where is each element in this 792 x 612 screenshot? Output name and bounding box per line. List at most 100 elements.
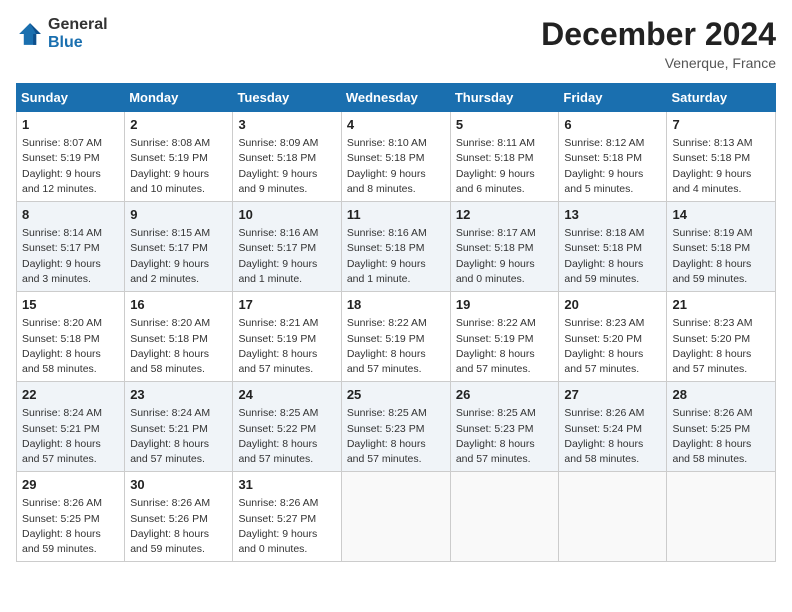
day-number: 15 <box>22 296 119 314</box>
calendar-header-thursday: Thursday <box>450 84 559 112</box>
logo-general-text: General <box>48 16 108 34</box>
day-detail: Sunrise: 8:26 AM Sunset: 5:25 PM Dayligh… <box>672 406 770 467</box>
calendar-cell: 14 Sunrise: 8:19 AM Sunset: 5:18 PM Dayl… <box>667 202 776 292</box>
day-number: 9 <box>130 206 227 224</box>
day-detail: Sunrise: 8:20 AM Sunset: 5:18 PM Dayligh… <box>130 316 227 377</box>
calendar-cell: 1 Sunrise: 8:07 AM Sunset: 5:19 PM Dayli… <box>17 112 125 202</box>
day-detail: Sunrise: 8:21 AM Sunset: 5:19 PM Dayligh… <box>238 316 335 377</box>
day-detail: Sunrise: 8:12 AM Sunset: 5:18 PM Dayligh… <box>564 136 661 197</box>
logo-blue-text: Blue <box>48 34 108 52</box>
day-detail: Sunrise: 8:18 AM Sunset: 5:18 PM Dayligh… <box>564 226 661 287</box>
day-number: 30 <box>130 476 227 494</box>
day-number: 27 <box>564 386 661 404</box>
day-number: 4 <box>347 116 445 134</box>
day-number: 25 <box>347 386 445 404</box>
day-number: 26 <box>456 386 554 404</box>
calendar-cell: 2 Sunrise: 8:08 AM Sunset: 5:19 PM Dayli… <box>125 112 233 202</box>
title-area: December 2024 Venerque, France <box>541 16 776 71</box>
day-detail: Sunrise: 8:10 AM Sunset: 5:18 PM Dayligh… <box>347 136 445 197</box>
day-number: 2 <box>130 116 227 134</box>
day-number: 20 <box>564 296 661 314</box>
calendar-cell: 29 Sunrise: 8:26 AM Sunset: 5:25 PM Dayl… <box>17 472 125 562</box>
calendar-cell: 10 Sunrise: 8:16 AM Sunset: 5:17 PM Dayl… <box>233 202 341 292</box>
day-number: 8 <box>22 206 119 224</box>
day-detail: Sunrise: 8:23 AM Sunset: 5:20 PM Dayligh… <box>672 316 770 377</box>
day-detail: Sunrise: 8:16 AM Sunset: 5:17 PM Dayligh… <box>238 226 335 287</box>
calendar-header-friday: Friday <box>559 84 667 112</box>
calendar-cell: 28 Sunrise: 8:26 AM Sunset: 5:25 PM Dayl… <box>667 382 776 472</box>
day-detail: Sunrise: 8:22 AM Sunset: 5:19 PM Dayligh… <box>347 316 445 377</box>
day-detail: Sunrise: 8:17 AM Sunset: 5:18 PM Dayligh… <box>456 226 554 287</box>
calendar-cell <box>341 472 450 562</box>
calendar-cell: 15 Sunrise: 8:20 AM Sunset: 5:18 PM Dayl… <box>17 292 125 382</box>
day-number: 17 <box>238 296 335 314</box>
calendar-header-row: SundayMondayTuesdayWednesdayThursdayFrid… <box>17 84 776 112</box>
calendar-week-row: 8 Sunrise: 8:14 AM Sunset: 5:17 PM Dayli… <box>17 202 776 292</box>
calendar-week-row: 29 Sunrise: 8:26 AM Sunset: 5:25 PM Dayl… <box>17 472 776 562</box>
day-detail: Sunrise: 8:16 AM Sunset: 5:18 PM Dayligh… <box>347 226 445 287</box>
day-number: 18 <box>347 296 445 314</box>
calendar-cell: 12 Sunrise: 8:17 AM Sunset: 5:18 PM Dayl… <box>450 202 559 292</box>
day-number: 13 <box>564 206 661 224</box>
day-number: 10 <box>238 206 335 224</box>
day-number: 29 <box>22 476 119 494</box>
page-header: General Blue December 2024 Venerque, Fra… <box>16 16 776 71</box>
calendar-cell <box>559 472 667 562</box>
day-detail: Sunrise: 8:20 AM Sunset: 5:18 PM Dayligh… <box>22 316 119 377</box>
day-detail: Sunrise: 8:11 AM Sunset: 5:18 PM Dayligh… <box>456 136 554 197</box>
day-detail: Sunrise: 8:09 AM Sunset: 5:18 PM Dayligh… <box>238 136 335 197</box>
logo: General Blue <box>16 16 108 51</box>
day-number: 3 <box>238 116 335 134</box>
calendar-cell: 16 Sunrise: 8:20 AM Sunset: 5:18 PM Dayl… <box>125 292 233 382</box>
calendar-cell: 6 Sunrise: 8:12 AM Sunset: 5:18 PM Dayli… <box>559 112 667 202</box>
day-detail: Sunrise: 8:25 AM Sunset: 5:23 PM Dayligh… <box>347 406 445 467</box>
calendar-cell: 27 Sunrise: 8:26 AM Sunset: 5:24 PM Dayl… <box>559 382 667 472</box>
day-number: 5 <box>456 116 554 134</box>
day-detail: Sunrise: 8:26 AM Sunset: 5:25 PM Dayligh… <box>22 496 119 557</box>
day-detail: Sunrise: 8:19 AM Sunset: 5:18 PM Dayligh… <box>672 226 770 287</box>
calendar-cell: 25 Sunrise: 8:25 AM Sunset: 5:23 PM Dayl… <box>341 382 450 472</box>
calendar-cell: 7 Sunrise: 8:13 AM Sunset: 5:18 PM Dayli… <box>667 112 776 202</box>
day-number: 31 <box>238 476 335 494</box>
day-detail: Sunrise: 8:25 AM Sunset: 5:23 PM Dayligh… <box>456 406 554 467</box>
day-number: 19 <box>456 296 554 314</box>
calendar-cell: 11 Sunrise: 8:16 AM Sunset: 5:18 PM Dayl… <box>341 202 450 292</box>
calendar-cell: 24 Sunrise: 8:25 AM Sunset: 5:22 PM Dayl… <box>233 382 341 472</box>
day-number: 1 <box>22 116 119 134</box>
calendar-week-row: 15 Sunrise: 8:20 AM Sunset: 5:18 PM Dayl… <box>17 292 776 382</box>
day-number: 24 <box>238 386 335 404</box>
location: Venerque, France <box>541 55 776 71</box>
calendar-cell: 17 Sunrise: 8:21 AM Sunset: 5:19 PM Dayl… <box>233 292 341 382</box>
day-detail: Sunrise: 8:26 AM Sunset: 5:26 PM Dayligh… <box>130 496 227 557</box>
calendar-cell <box>450 472 559 562</box>
calendar-cell: 13 Sunrise: 8:18 AM Sunset: 5:18 PM Dayl… <box>559 202 667 292</box>
day-number: 16 <box>130 296 227 314</box>
calendar-cell <box>667 472 776 562</box>
day-detail: Sunrise: 8:14 AM Sunset: 5:17 PM Dayligh… <box>22 226 119 287</box>
logo-icon <box>16 20 44 48</box>
calendar-header-tuesday: Tuesday <box>233 84 341 112</box>
calendar-cell: 3 Sunrise: 8:09 AM Sunset: 5:18 PM Dayli… <box>233 112 341 202</box>
calendar-header-sunday: Sunday <box>17 84 125 112</box>
calendar-cell: 8 Sunrise: 8:14 AM Sunset: 5:17 PM Dayli… <box>17 202 125 292</box>
day-number: 12 <box>456 206 554 224</box>
day-detail: Sunrise: 8:26 AM Sunset: 5:27 PM Dayligh… <box>238 496 335 557</box>
calendar-cell: 20 Sunrise: 8:23 AM Sunset: 5:20 PM Dayl… <box>559 292 667 382</box>
calendar-cell: 19 Sunrise: 8:22 AM Sunset: 5:19 PM Dayl… <box>450 292 559 382</box>
calendar-table: SundayMondayTuesdayWednesdayThursdayFrid… <box>16 83 776 562</box>
logo-text: General Blue <box>48 16 108 51</box>
day-number: 23 <box>130 386 227 404</box>
calendar-header-monday: Monday <box>125 84 233 112</box>
day-number: 28 <box>672 386 770 404</box>
calendar-cell: 4 Sunrise: 8:10 AM Sunset: 5:18 PM Dayli… <box>341 112 450 202</box>
day-number: 21 <box>672 296 770 314</box>
day-detail: Sunrise: 8:23 AM Sunset: 5:20 PM Dayligh… <box>564 316 661 377</box>
day-detail: Sunrise: 8:24 AM Sunset: 5:21 PM Dayligh… <box>130 406 227 467</box>
calendar-cell: 31 Sunrise: 8:26 AM Sunset: 5:27 PM Dayl… <box>233 472 341 562</box>
day-number: 14 <box>672 206 770 224</box>
day-detail: Sunrise: 8:26 AM Sunset: 5:24 PM Dayligh… <box>564 406 661 467</box>
day-number: 7 <box>672 116 770 134</box>
day-detail: Sunrise: 8:24 AM Sunset: 5:21 PM Dayligh… <box>22 406 119 467</box>
calendar-week-row: 1 Sunrise: 8:07 AM Sunset: 5:19 PM Dayli… <box>17 112 776 202</box>
day-detail: Sunrise: 8:22 AM Sunset: 5:19 PM Dayligh… <box>456 316 554 377</box>
